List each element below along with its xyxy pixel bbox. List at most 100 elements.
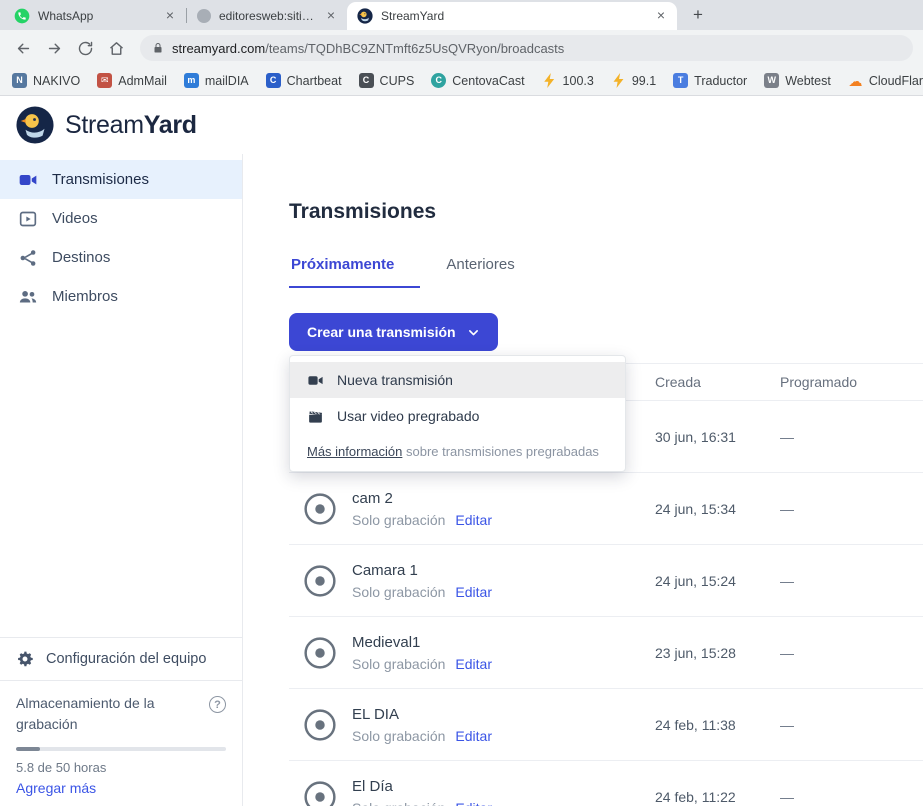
broadcast-row: El DíaSolo grabaciónEditar24 feb, 11:22— — [289, 761, 923, 806]
home-button[interactable] — [103, 35, 130, 62]
broadcast-title: EL DIA — [352, 706, 492, 723]
tab-whatsapp[interactable]: WhatsApp × — [4, 2, 186, 30]
dropdown-footer-text: sobre transmisiones pregrabadas — [402, 444, 599, 459]
edit-link[interactable]: Editar — [455, 728, 492, 744]
bookmark-label: 100.3 — [563, 74, 594, 88]
bookmark-label: mailDIA — [205, 74, 249, 88]
broadcast-title: cam 2 — [352, 490, 492, 507]
created-value: 24 feb, 11:22 — [655, 789, 780, 805]
created-value: 30 jun, 16:31 — [655, 429, 780, 445]
traductor-favicon-icon: T — [673, 73, 688, 88]
bookmark-traductor[interactable]: TTraductor — [673, 73, 747, 88]
create-broadcast-button[interactable]: Crear una transmisión — [289, 313, 498, 351]
lock-icon — [152, 42, 164, 54]
view-tabs: Próximamente Anteriores — [289, 256, 923, 288]
video-library-icon — [18, 209, 38, 229]
record-icon — [303, 564, 337, 598]
record-icon — [303, 636, 337, 670]
broadcast-type: Solo grabación — [352, 728, 445, 744]
chartbeat-favicon-icon: C — [266, 73, 281, 88]
bookmark-centovacast[interactable]: CCentovaCast — [431, 73, 524, 88]
site-favicon-icon — [197, 9, 211, 23]
bookmark-label: 99.1 — [632, 74, 656, 88]
streamyard-icon — [357, 8, 373, 24]
column-created: Creada — [655, 374, 780, 390]
bookmark-admmail[interactable]: ✉AdmMail — [97, 73, 167, 88]
broadcast-cell: El DíaSolo grabaciónEditar — [289, 778, 655, 806]
tab-proximamente[interactable]: Próximamente — [289, 256, 420, 288]
created-value: 24 jun, 15:24 — [655, 573, 780, 589]
record-icon — [303, 708, 337, 742]
edit-link[interactable]: Editar — [455, 800, 492, 806]
menu-item-label: Usar video pregrabado — [337, 408, 479, 424]
close-icon[interactable]: × — [323, 8, 339, 24]
broadcast-type: Solo grabación — [352, 584, 445, 600]
edit-link[interactable]: Editar — [455, 584, 492, 600]
reload-button[interactable] — [72, 35, 99, 62]
sidebar-item-label: Transmisiones — [52, 171, 149, 188]
broadcast-row: EL DIASolo grabaciónEditar24 feb, 11:38— — [289, 689, 923, 761]
storage-title: Almacenamiento de la grabación — [16, 693, 188, 734]
sidebar-item-destinos[interactable]: Destinos — [0, 238, 242, 277]
tab-streamyard[interactable]: StreamYard × — [347, 2, 677, 30]
back-button[interactable] — [10, 35, 37, 62]
column-scheduled: Programado — [780, 374, 923, 390]
bookmark-webtest[interactable]: WWebtest — [764, 73, 831, 88]
bookmark-label: Chartbeat — [287, 74, 342, 88]
close-icon[interactable]: × — [653, 8, 669, 24]
scheduled-value: — — [780, 501, 923, 517]
edit-link[interactable]: Editar — [455, 512, 492, 528]
bookmark-chartbeat[interactable]: C Chartbeat — [266, 73, 342, 88]
help-icon[interactable]: ? — [209, 696, 226, 713]
browser-window: WhatsApp × editoresweb:sitioweb:eldia.co… — [0, 0, 923, 806]
learn-more-link[interactable]: Más información — [307, 444, 402, 459]
forward-button[interactable] — [41, 35, 68, 62]
storage-usage: 5.8 de 50 horas — [16, 760, 226, 775]
team-settings-button[interactable]: Configuración del equipo — [0, 638, 242, 680]
bookmark-label: CloudFlare — [869, 74, 923, 88]
sidebar-item-label: Videos — [52, 210, 98, 227]
chevron-down-icon — [467, 326, 480, 339]
bookmark-cups[interactable]: CCUPS — [359, 73, 415, 88]
sidebar-item-miembros[interactable]: Miembros — [0, 277, 242, 316]
broadcast-title: Medieval1 — [352, 634, 492, 651]
broadcast-type: Solo grabación — [352, 512, 445, 528]
bookmark-label: NAKIVO — [33, 74, 80, 88]
bookmark-99-1[interactable]: 99.1 — [611, 73, 656, 88]
sidebar-item-transmisiones[interactable]: Transmisiones — [0, 160, 242, 199]
99-1-favicon-icon — [611, 73, 626, 88]
edit-link[interactable]: Editar — [455, 656, 492, 672]
new-tab-button[interactable]: + — [685, 2, 711, 28]
tab-strip: WhatsApp × editoresweb:sitioweb:eldia.co… — [0, 0, 923, 30]
create-broadcast-label: Crear una transmisión — [307, 324, 456, 340]
bookmark-maildia[interactable]: mmailDIA — [184, 73, 249, 88]
centovacast-favicon-icon: C — [431, 73, 446, 88]
bookmark-nakivo[interactable]: N NAKIVO — [12, 73, 80, 88]
app-header: StreamYard — [0, 96, 923, 154]
add-more-link[interactable]: Agregar más — [16, 780, 226, 796]
sidebar-item-label: Destinos — [52, 249, 110, 266]
tab-title: WhatsApp — [38, 9, 154, 23]
sidebar: Transmisiones Videos Destinos Miembros Conf… — [0, 154, 243, 806]
close-icon[interactable]: × — [162, 8, 178, 24]
scheduled-value: — — [780, 717, 923, 733]
broadcast-cell: EL DIA Solo grabación Editar — [289, 706, 655, 744]
menu-item-prerecorded[interactable]: Usar video pregrabado — [290, 398, 625, 434]
bookmark-label: AdmMail — [118, 74, 167, 88]
sidebar-item-videos[interactable]: Videos — [0, 199, 242, 238]
broadcast-type: Solo grabación — [352, 656, 445, 672]
nakivo-favicon-icon: N — [12, 73, 27, 88]
menu-item-new-broadcast[interactable]: Nueva transmisión — [290, 362, 625, 398]
tab-editoresweb[interactable]: editoresweb:sitioweb:eldia.co × — [187, 2, 347, 30]
camera-icon — [18, 170, 38, 190]
bookmarks-bar: NNAKIVO✉AdmMailmmailDIACChartbeatCCUPSCC… — [0, 66, 923, 96]
bookmark-cloudflare[interactable]: ☁CloudFlare — [848, 73, 923, 88]
camera-icon — [307, 372, 324, 389]
broadcast-cell: Medieval1 Solo grabación Editar — [289, 634, 655, 672]
broadcast-row: Camara 1Solo grabaciónEditar24 jun, 15:2… — [289, 545, 923, 617]
tab-anteriores[interactable]: Anteriores — [444, 256, 540, 288]
scheduled-value: — — [780, 645, 923, 661]
broadcast-title: El Día — [352, 778, 492, 795]
bookmark-100-3[interactable]: 100.3 — [542, 73, 594, 88]
address-bar[interactable]: streamyard.com/teams/TQDhBC9ZNTmft6z5UsQ… — [140, 35, 913, 61]
